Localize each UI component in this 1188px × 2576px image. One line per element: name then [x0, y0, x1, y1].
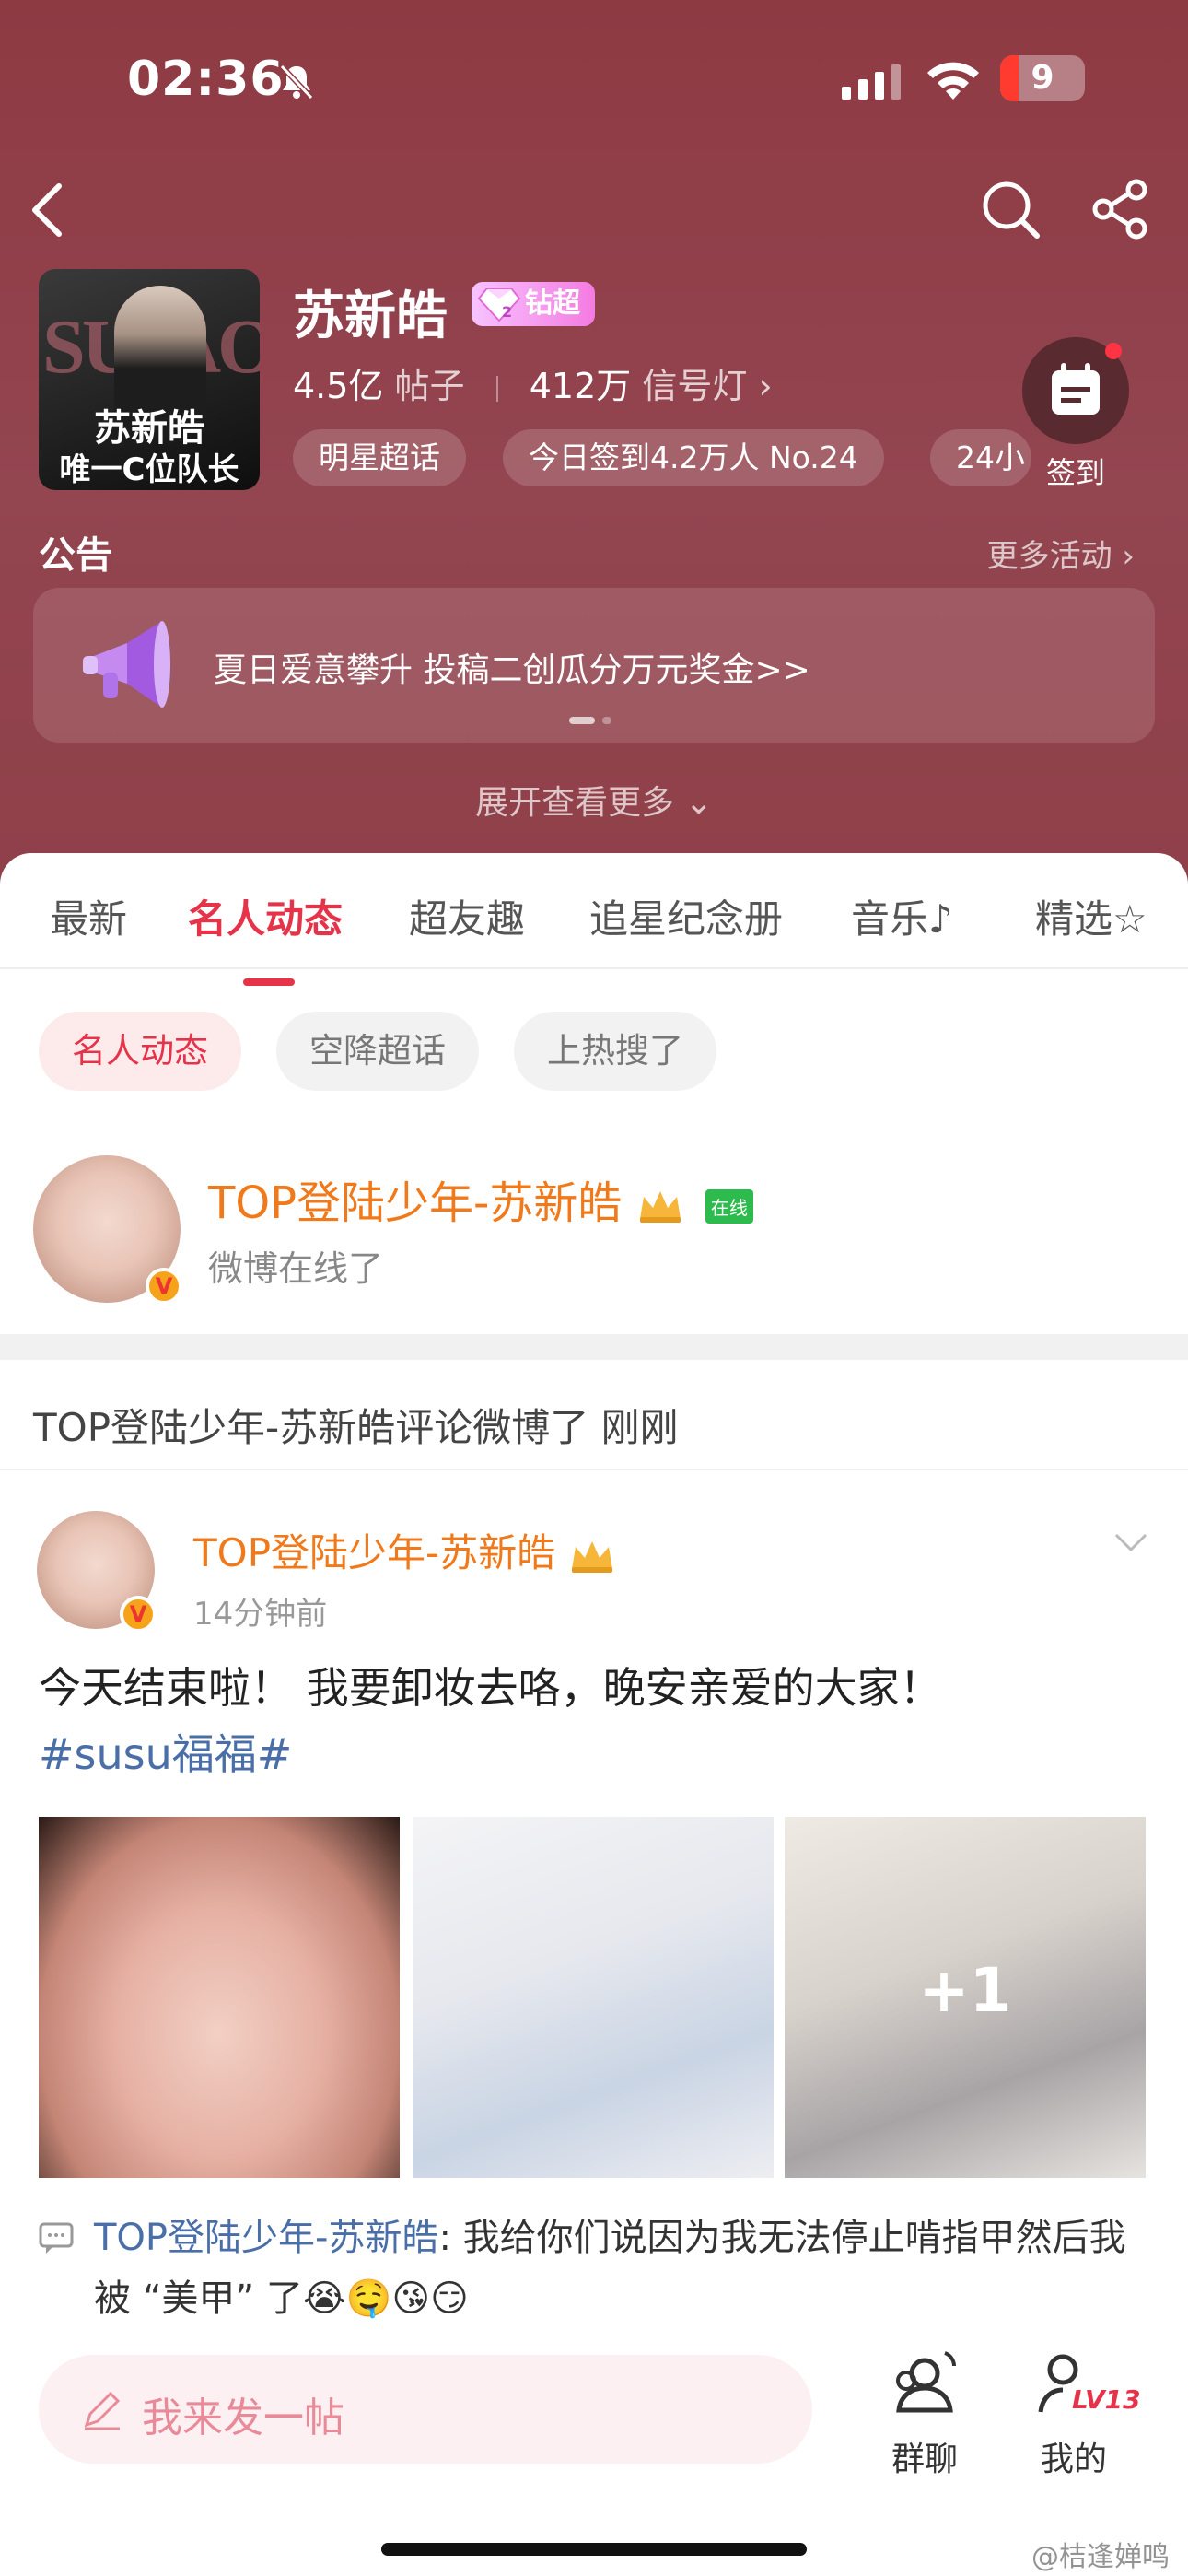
diamond-icon: 2 — [477, 288, 521, 322]
music-note-icon: ♪ — [928, 896, 953, 942]
content-panel: 最新 名人动态 超友趣 追星纪念册 音乐♪ 精选☆ 名人动态 空降超话 上热搜了… — [0, 853, 1188, 2576]
post-image-1[interactable] — [39, 1817, 400, 2178]
pencil-icon — [84, 2391, 121, 2430]
signin-label[interactable]: 签到 — [1022, 450, 1129, 492]
online-status: 微博在线了 — [208, 1248, 384, 1289]
verified-icon: V — [146, 1268, 182, 1305]
watermark: @桔逢婵鸣 — [1031, 2541, 1170, 2573]
group-chat-label[interactable]: 群聊 — [869, 2432, 980, 2480]
mine-label[interactable]: 我的 — [1019, 2432, 1129, 2480]
more-activities-label[interactable]: 更多活动 — [987, 538, 1112, 575]
posts-label: 帖子 — [394, 366, 465, 406]
post-image-2[interactable] — [413, 1817, 774, 2178]
battery-level: 9 — [1031, 59, 1054, 97]
cellular-signal-icon — [842, 64, 901, 100]
badge-label: 钻超 — [525, 287, 580, 320]
search-icon[interactable] — [978, 177, 1042, 241]
activity-line[interactable]: TOP登陆少年-苏新皓评论微博了 刚刚 — [33, 1397, 679, 1453]
active-tab-underline — [243, 978, 295, 986]
announcement-banner[interactable]: 夏日爱意攀升 投稿二创瓜分万元奖金>> — [33, 588, 1155, 743]
svg-text:2: 2 — [502, 303, 512, 321]
topic-name: 苏新皓 — [293, 287, 448, 346]
section-gap — [0, 1334, 1188, 1360]
tab-music-label[interactable]: 音乐 — [851, 896, 928, 942]
battery-indicator: 9 — [1000, 55, 1085, 101]
status-time: 02:36 — [127, 52, 285, 107]
group-chat-icon — [896, 2351, 956, 2413]
tab-latest[interactable]: 最新 — [50, 888, 127, 944]
chip-checkin-stats[interactable]: 今日签到4.2万人 No.24 — [503, 429, 884, 486]
bottom-bar: 我来发一帖 群聊 LV13 我的 — [0, 2331, 1188, 2576]
megaphone-icon — [83, 621, 170, 708]
tab-featured[interactable]: 精选☆ — [1035, 888, 1147, 944]
share-icon[interactable] — [1089, 177, 1153, 241]
tab-featured-label[interactable]: 精选 — [1035, 896, 1112, 942]
back-arrow-icon[interactable] — [26, 181, 72, 240]
compose-placeholder[interactable]: 我来发一帖 — [142, 2384, 344, 2443]
bell-muted-icon — [279, 64, 314, 100]
group-chat-button[interactable]: 群聊 — [869, 2348, 980, 2478]
divider — [0, 967, 1188, 969]
chevron-right-icon: › — [758, 366, 773, 406]
post-comment[interactable]: TOP登陆少年-苏新皓: 我给你们说因为我无法停止啃指甲然后我被 “美甲” 了😭… — [94, 2207, 1153, 2329]
tab-fans-fun[interactable]: 超友趣 — [409, 888, 525, 944]
expand-more[interactable]: 展开查看更多 ⌄ — [0, 776, 1188, 824]
calendar-icon — [1052, 363, 1100, 415]
tab-music[interactable]: 音乐♪ — [851, 888, 953, 944]
online-user[interactable]: TOP登陆少年-苏新皓 在线 — [208, 1166, 753, 1231]
filter-celebrity[interactable]: 名人动态 — [39, 1012, 241, 1091]
more-activities-link[interactable]: 更多活动 › — [987, 531, 1135, 576]
post-text: 今天结束啦！ 我要卸妆去咯，晚安亲爱的大家！ — [39, 1663, 942, 1713]
post-image-3[interactable]: +1 — [785, 1817, 1146, 2178]
carousel-dots — [569, 717, 619, 734]
home-indicator[interactable] — [381, 2543, 807, 2556]
tab-bar: 最新 名人动态 超友趣 追星纪念册 音乐♪ 精选☆ — [0, 879, 1188, 986]
chevron-right-icon: › — [1122, 538, 1135, 575]
signal-label[interactable]: 信号灯 — [642, 366, 747, 406]
announcement-title: 公告 — [39, 534, 112, 577]
chevron-down-icon[interactable] — [1112, 1528, 1149, 1555]
online-user-name[interactable]: TOP登陆少年-苏新皓 — [208, 1177, 622, 1229]
filter-airdrop[interactable]: 空降超话 — [276, 1012, 479, 1091]
tab-memorial[interactable]: 追星纪念册 — [589, 888, 783, 944]
topic-header: 02:36 9 SU AO 苏新皓 唯一C位队长 苏新皓 2 钻超 4.5亿 帖… — [0, 0, 1188, 884]
crown-icon — [571, 1540, 612, 1573]
chip-star-topic[interactable]: 明星超话 — [293, 429, 466, 486]
tab-celebrity[interactable]: 名人动态 — [188, 888, 343, 944]
star-icon: ☆ — [1112, 896, 1147, 942]
wifi-icon — [927, 62, 979, 100]
topic-stats: 4.5亿 帖子 412万 信号灯 › — [293, 357, 773, 408]
status-bar: 02:36 9 — [0, 44, 1188, 118]
comment-user[interactable]: TOP登陆少年-苏新皓 — [94, 2217, 438, 2259]
signin-button[interactable] — [1022, 337, 1129, 444]
post-author-name[interactable]: TOP登陆少年-苏新皓 — [193, 1530, 555, 1575]
diamond-super-badge[interactable]: 2 钻超 — [472, 282, 595, 326]
cover-subtitle: 唯一C位队长 — [59, 451, 239, 488]
online-tag: 在线 — [705, 1188, 753, 1224]
post-time: 14分钟前 — [193, 1596, 328, 1633]
post-author[interactable]: TOP登陆少年-苏新皓 — [193, 1522, 616, 1578]
comment-icon — [39, 2222, 74, 2254]
post-hashtag[interactable]: #susu福福# — [39, 1721, 1153, 1787]
mine-button[interactable]: LV13 我的 — [1019, 2348, 1141, 2478]
filter-trending[interactable]: 上热搜了 — [514, 1012, 716, 1091]
signal-count[interactable]: 412万 — [530, 366, 632, 406]
notification-dot — [1105, 343, 1122, 359]
chevron-down-icon: ⌄ — [684, 784, 713, 822]
chip-truncated[interactable]: 24小 — [930, 429, 1031, 486]
announcement-text: 夏日爱意攀升 投稿二创瓜分万元奖金>> — [214, 651, 810, 689]
posts-count: 4.5亿 — [293, 366, 384, 406]
topic-cover-image[interactable]: SU AO 苏新皓 唯一C位队长 — [39, 269, 260, 490]
more-images-count: +1 — [918, 1955, 1012, 2026]
crown-icon — [639, 1191, 681, 1223]
expand-label[interactable]: 展开查看更多 — [475, 784, 674, 822]
level-badge: LV13 — [1072, 2384, 1141, 2415]
verified-icon: V — [120, 1596, 157, 1633]
divider — [0, 1469, 1188, 1470]
post-body: 今天结束啦！ 我要卸妆去咯，晚安亲爱的大家！ #susu福福# — [39, 1655, 1153, 1787]
compose-input[interactable]: 我来发一帖 — [39, 2355, 812, 2464]
